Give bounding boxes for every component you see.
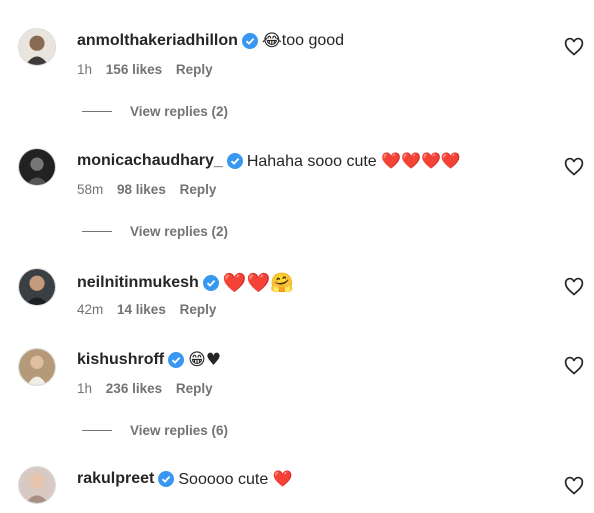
heart-outline-icon[interactable]: [564, 157, 584, 177]
comment-emoji: 😂: [261, 31, 282, 51]
comment-time[interactable]: 58m: [77, 182, 103, 197]
comment-text: Sooooo cute ❤️: [178, 471, 293, 488]
reply-button[interactable]: Reply: [180, 302, 217, 317]
comment-time[interactable]: 1h: [77, 62, 92, 77]
username[interactable]: anmolthakeriadhillon: [77, 32, 238, 50]
username[interactable]: monicachaudhary_: [77, 152, 223, 170]
view-replies-label: View replies (2): [130, 104, 229, 119]
heart-outline-icon[interactable]: [564, 277, 584, 297]
view-replies-label: View replies (2): [130, 224, 229, 239]
avatar[interactable]: [18, 28, 56, 66]
verified-badge-icon: [158, 471, 175, 487]
comment-text: too good: [281, 32, 345, 49]
verified-badge-icon: [241, 33, 258, 49]
view-replies-button[interactable]: View replies (6): [82, 423, 228, 438]
username[interactable]: rakulpreet: [77, 470, 154, 488]
comment-text: ❤️❤️🤗: [222, 272, 294, 294]
view-replies-button[interactable]: View replies (2): [82, 104, 228, 119]
comment-text: 😁♥: [188, 350, 222, 370]
reply-button[interactable]: Reply: [180, 182, 217, 197]
heart-outline-icon[interactable]: [564, 37, 584, 57]
comment-text: Hahaha sooo cute ❤️❤️❤️❤️: [246, 153, 461, 170]
comment-time[interactable]: 42m: [77, 302, 103, 317]
view-replies-button[interactable]: View replies (2): [82, 224, 228, 239]
view-replies-label: View replies (6): [130, 423, 229, 438]
heart-outline-icon[interactable]: [564, 356, 584, 376]
heart-outline-icon[interactable]: [564, 476, 584, 496]
verified-badge-icon: [168, 352, 185, 368]
likes-count[interactable]: 156 likes: [106, 62, 162, 77]
replies-divider: [82, 231, 112, 232]
avatar[interactable]: [18, 148, 56, 186]
avatar[interactable]: [18, 348, 56, 386]
reply-button[interactable]: Reply: [176, 62, 213, 77]
verified-badge-icon: [226, 153, 243, 169]
username[interactable]: neilnitinmukesh: [77, 274, 199, 292]
avatar[interactable]: [18, 466, 56, 504]
replies-divider: [82, 430, 112, 431]
comment-time[interactable]: 1h: [77, 381, 92, 396]
likes-count[interactable]: 236 likes: [106, 381, 162, 396]
reply-button[interactable]: Reply: [176, 381, 213, 396]
avatar[interactable]: [18, 268, 56, 306]
username[interactable]: kishushroff: [77, 351, 164, 369]
replies-divider: [82, 111, 112, 112]
likes-count[interactable]: 98 likes: [117, 182, 166, 197]
verified-badge-icon: [202, 274, 219, 291]
likes-count[interactable]: 14 likes: [117, 302, 166, 317]
